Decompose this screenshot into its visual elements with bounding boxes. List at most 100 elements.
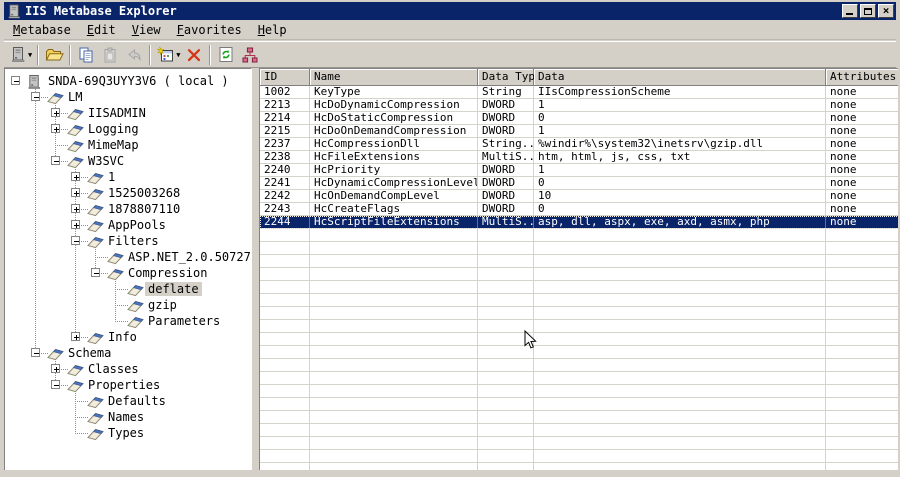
toolbar-button-refresh[interactable] [214, 44, 238, 66]
dropdown-caret-icon[interactable]: ▼ [28, 51, 32, 59]
table-empty-row[interactable] [260, 268, 898, 281]
tree-item-w3svc[interactable]: W3SVC [5, 153, 251, 169]
table-empty-row[interactable] [260, 385, 898, 398]
expand-toggle-icon[interactable] [71, 172, 80, 181]
table-row-2241[interactable]: 2241 HcDynamicCompressionLevel DWORD 0 none [260, 177, 898, 190]
collapse-toggle-icon[interactable] [71, 236, 80, 245]
minimize-button[interactable] [842, 4, 858, 18]
expand-toggle-icon[interactable] [71, 332, 80, 341]
pane-splitter[interactable] [252, 68, 259, 472]
table-empty-row[interactable] [260, 294, 898, 307]
collapse-toggle-icon[interactable] [31, 348, 40, 357]
table-empty-row[interactable] [260, 307, 898, 320]
table-empty-row[interactable] [260, 229, 898, 242]
toolbar-button-delete[interactable] [182, 44, 206, 66]
tree-item-properties[interactable]: Properties [5, 377, 251, 393]
table-row-2242[interactable]: 2242 HcOnDemandCompLevel DWORD 10 none [260, 190, 898, 203]
toolbar-button-open-folder[interactable] [42, 44, 66, 66]
collapse-toggle-icon[interactable] [31, 92, 40, 101]
tree-item-parameters[interactable]: Parameters [5, 313, 251, 329]
column-header-name[interactable]: Name [310, 69, 478, 86]
tree-item-lm[interactable]: LM [5, 89, 251, 105]
table-empty-row[interactable] [260, 450, 898, 463]
close-button[interactable]: × [878, 4, 894, 18]
cell-data-type [478, 450, 534, 462]
menu-item-view[interactable]: View [124, 21, 169, 39]
toolbar-button-undo[interactable] [122, 44, 146, 66]
table-row-1002[interactable]: 1002 KeyType String IIsCompressionScheme non… [260, 86, 898, 99]
expand-toggle-icon[interactable] [51, 364, 60, 373]
table-empty-row[interactable] [260, 372, 898, 385]
tree-item-snda-69q3uyy3v6-local[interactable]: SNDA-69Q3UYY3V6 ( local ) [5, 73, 251, 89]
collapse-toggle-icon[interactable] [11, 76, 20, 85]
table-empty-row[interactable] [260, 424, 898, 437]
toolbar-button-connect-server[interactable]: ▼ [8, 44, 34, 66]
table-row-2215[interactable]: 2215 HcDoOnDemandCompression DWORD 1 none [260, 125, 898, 138]
collapse-toggle-icon[interactable] [51, 380, 60, 389]
column-header-data[interactable]: Data [534, 69, 826, 86]
column-header-attributes[interactable]: Attributes [826, 69, 898, 86]
table-empty-row[interactable] [260, 411, 898, 424]
collapse-toggle-icon[interactable] [51, 156, 60, 165]
toolbar-button-new-key[interactable]: ▼ [154, 44, 182, 66]
cell-id [260, 320, 310, 332]
table-empty-row[interactable] [260, 320, 898, 333]
table-empty-row[interactable] [260, 333, 898, 346]
table-empty-row[interactable] [260, 359, 898, 372]
table-row-2244[interactable]: 2244HcScriptFileExtensionsMultiS...asp, … [260, 216, 898, 229]
menu-item-favorites[interactable]: Favorites [169, 21, 250, 39]
expand-toggle-icon[interactable] [51, 124, 60, 133]
tree-item-compression[interactable]: Compression [5, 265, 251, 281]
cell-data [534, 242, 826, 254]
key-icon [87, 394, 104, 409]
expand-toggle-icon[interactable] [51, 108, 60, 117]
menu-item-help[interactable]: Help [250, 21, 295, 39]
cell-id [260, 268, 310, 280]
tree-item-classes[interactable]: Classes [5, 361, 251, 377]
tree-item-gzip[interactable]: gzip [5, 297, 251, 313]
table-row-2238[interactable]: 2238HcFileExtensionsMultiS...htm, html, … [260, 151, 898, 164]
table-row-2240[interactable]: 2240 HcPriority DWORD 1 none [260, 164, 898, 177]
title-bar[interactable]: IIS Metabase Explorer × [4, 2, 896, 20]
cell-name: HcOnDemandCompLevel [310, 190, 478, 202]
table-row-2237[interactable]: 2237HcCompressionDllString...%windir%\sy… [260, 138, 898, 151]
maximize-button[interactable] [860, 4, 876, 18]
tree-item-mimemap[interactable]: MimeMap [5, 137, 251, 153]
menu-item-metabase[interactable]: Metabase [5, 21, 79, 39]
tree-item-schema[interactable]: Schema [5, 345, 251, 361]
table-empty-row[interactable] [260, 281, 898, 294]
tree-item-1525003268[interactable]: 1525003268 [5, 185, 251, 201]
tree-item-filters[interactable]: Filters [5, 233, 251, 249]
table-empty-row[interactable] [260, 437, 898, 450]
tree-item-apppools[interactable]: AppPools [5, 217, 251, 233]
expand-toggle-icon[interactable] [71, 220, 80, 229]
table-empty-row[interactable] [260, 346, 898, 359]
table-empty-row[interactable] [260, 242, 898, 255]
tree-item-defaults[interactable]: Defaults [5, 393, 251, 409]
toolbar-button-copy[interactable] [74, 44, 98, 66]
tree-item-1[interactable]: 1 [5, 169, 251, 185]
column-header-data-type[interactable]: Data Type [478, 69, 534, 86]
cell-data-type [478, 229, 534, 241]
tree-item-asp-net-2-0-50727-0[interactable]: ASP.NET_2.0.50727.0 [5, 249, 251, 265]
toolbar-button-hierarchy[interactable] [238, 44, 262, 66]
tree-item-deflate[interactable]: deflate [5, 281, 251, 297]
expand-toggle-icon[interactable] [71, 188, 80, 197]
menu-item-edit[interactable]: Edit [79, 21, 124, 39]
toolbar-button-paste[interactable] [98, 44, 122, 66]
table-row-2213[interactable]: 2213 HcDoDynamicCompression DWORD 1 none [260, 99, 898, 112]
expand-toggle-icon[interactable] [71, 204, 80, 213]
tree-item-iisadmin[interactable]: IISADMIN [5, 105, 251, 121]
tree-item-types[interactable]: Types [5, 425, 251, 441]
collapse-toggle-icon[interactable] [91, 268, 100, 277]
table-row-2214[interactable]: 2214 HcDoStaticCompression DWORD 0 none [260, 112, 898, 125]
dropdown-caret-icon[interactable]: ▼ [176, 51, 180, 59]
table-empty-row[interactable] [260, 398, 898, 411]
tree-item-logging[interactable]: Logging [5, 121, 251, 137]
tree-item-info[interactable]: Info [5, 329, 251, 345]
tree-item-names[interactable]: Names [5, 409, 251, 425]
tree-item-1878807110[interactable]: 1878807110 [5, 201, 251, 217]
column-header-id[interactable]: ID [260, 69, 310, 86]
table-row-2243[interactable]: 2243 HcCreateFlags DWORD 0 none [260, 203, 898, 216]
table-empty-row[interactable] [260, 255, 898, 268]
